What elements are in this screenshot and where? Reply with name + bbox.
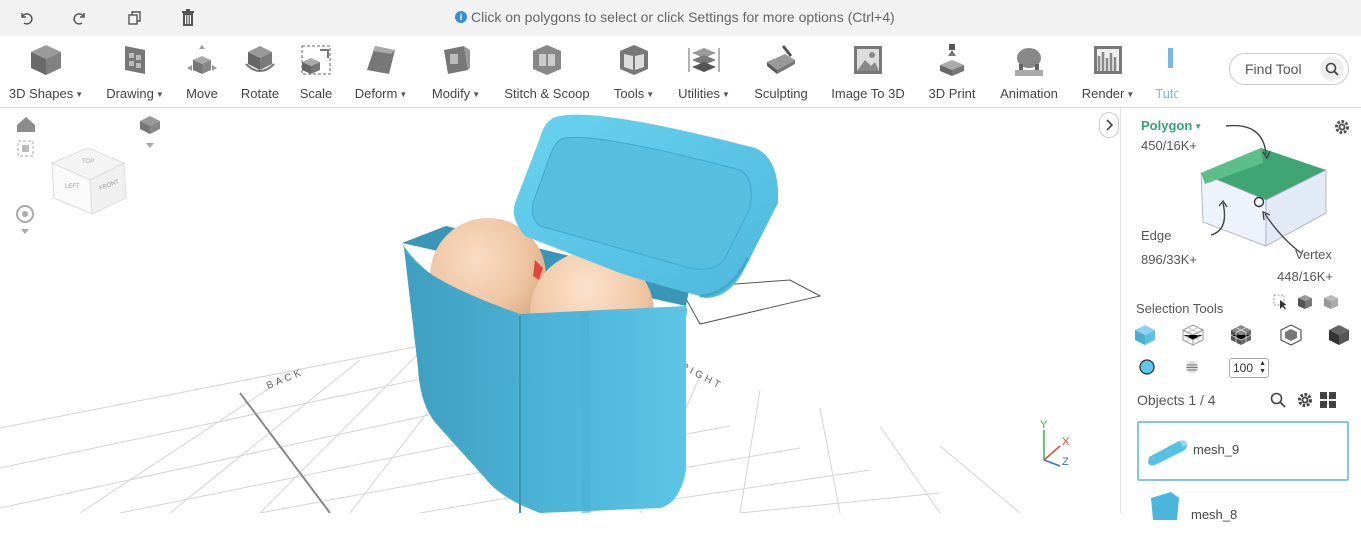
object-thumbnail [1151,492,1179,520]
printer-icon [932,40,972,80]
vertex-label: Vertex [1295,247,1332,262]
tool-modify[interactable]: Modify ▼ [428,40,484,106]
duplicate-icon[interactable] [124,8,144,28]
stitch-scoop-icon [527,40,567,80]
selection-panel: Polygon ▼ 450/16K+ Edge 896/33K+ Vertex 4… [1120,108,1361,522]
select-grid-icon[interactable] [1229,323,1253,347]
modify-icon [436,40,476,80]
object-name: mesh_9 [1193,442,1240,457]
status-hint-text: Click on polygons to select or click Set… [471,9,895,25]
select-pointer-icon[interactable] [1273,294,1287,315]
cube-icon [26,40,66,80]
orbit-icon[interactable] [16,205,34,234]
collapse-panel-button[interactable] [1099,112,1119,138]
selection-tools-label: Selection Tools [1136,301,1224,316]
edge-count: 896/33K+ [1141,252,1198,267]
tool-tools[interactable]: Tools ▼ [610,40,658,106]
object-item[interactable]: mesh_8 [1137,488,1349,548]
tool-rotate[interactable]: Rotate [238,40,282,106]
tool-tutorials[interactable]: Tuto [1152,40,1178,106]
main-toolbar: 3D Shapes ▼ Drawing ▼ Move Rotate Scale De… [0,36,1361,108]
rotate-icon [240,40,280,80]
select-inner-icon[interactable] [1279,323,1303,347]
select-wire-icon[interactable] [1181,323,1205,347]
brush-soft-icon[interactable] [1185,360,1199,379]
select-object-icon[interactable] [1297,294,1313,315]
select-all-icon[interactable] [1323,294,1339,315]
tool-move[interactable]: Move [180,40,224,106]
object-thumbnail [1148,440,1187,466]
brush-size-stepper[interactable]: 100 ▲ ▼ [1229,358,1269,378]
tool-animation[interactable]: Animation [996,40,1062,106]
tool-3d-shapes[interactable]: 3D Shapes ▼ [8,40,84,106]
axis-y-label: Y [1040,419,1048,431]
select-face-icon[interactable] [1133,323,1157,347]
redo-icon[interactable] [70,8,90,28]
animation-icon [1009,40,1049,80]
axis-x-label: X [1062,436,1070,448]
brush-circle-icon[interactable] [1138,358,1156,381]
image-icon [848,40,888,80]
tool-3d-print[interactable]: 3D Print [924,40,980,106]
status-bar: i Click on polygons to select or click S… [0,0,1361,36]
3d-viewport[interactable]: BACK RIGHT LEFT FRONT TOP Y X Z [0,108,1120,513]
tool-render[interactable]: Render ▼ [1078,40,1138,106]
status-hint: i Click on polygons to select or click S… [455,9,895,25]
home-icon[interactable] [17,117,35,132]
tools-icon [614,40,654,80]
axis-z-label: Z [1062,456,1069,468]
axis-gizmo: Y X Z [1040,419,1070,468]
tool-stitch-scoop[interactable]: Stitch & Scoop [500,40,594,106]
cube-face-top: TOP [82,159,94,165]
undo-icon[interactable] [16,8,36,28]
view-cube[interactable]: LEFT FRONT TOP [50,147,127,215]
object-name: mesh_8 [1191,507,1238,522]
tool-sculpting[interactable]: Sculpting [750,40,812,106]
chevron-right-icon [1106,119,1113,131]
tutorial-icon [1152,40,1178,80]
cube-face-left: LEFT [65,184,80,190]
tool-deform[interactable]: Deform ▼ [350,40,412,106]
drawing-icon [115,40,155,80]
objects-count: Objects 1 / 4 [1137,392,1216,408]
scene-canvas[interactable]: BACK RIGHT LEFT FRONT TOP Y X Z [0,108,1120,513]
trash-icon[interactable] [178,8,198,28]
projection-icon[interactable] [140,116,160,148]
object-settings-icon[interactable] [1296,391,1314,414]
grid-view-icon[interactable] [1320,392,1336,413]
render-icon [1088,40,1128,80]
search-objects-icon[interactable] [1270,392,1286,413]
info-icon: i [455,11,467,23]
vertex-count: 448/16K+ [1277,269,1334,284]
tool-drawing[interactable]: Drawing ▼ [104,40,166,106]
select-solid-icon[interactable] [1327,323,1351,347]
move-icon [182,40,222,80]
grid-label-back: BACK [265,367,305,392]
search-icon[interactable] [1320,57,1344,81]
tool-image-to-3d[interactable]: Image To 3D [828,40,908,106]
tool-utilities[interactable]: Utilities ▼ [674,40,734,106]
scale-icon [296,40,336,80]
utilities-icon [684,40,724,80]
deform-icon [361,40,401,80]
fit-view-icon[interactable] [17,140,34,157]
tool-scale[interactable]: Scale [294,40,338,106]
stepper-arrows-icon[interactable]: ▲ ▼ [1259,360,1266,376]
sculpting-icon [761,40,801,80]
find-tool-input[interactable]: Find Tool [1229,53,1349,85]
object-item-selected[interactable]: mesh_9 [1137,421,1349,481]
edge-label: Edge [1141,228,1172,243]
